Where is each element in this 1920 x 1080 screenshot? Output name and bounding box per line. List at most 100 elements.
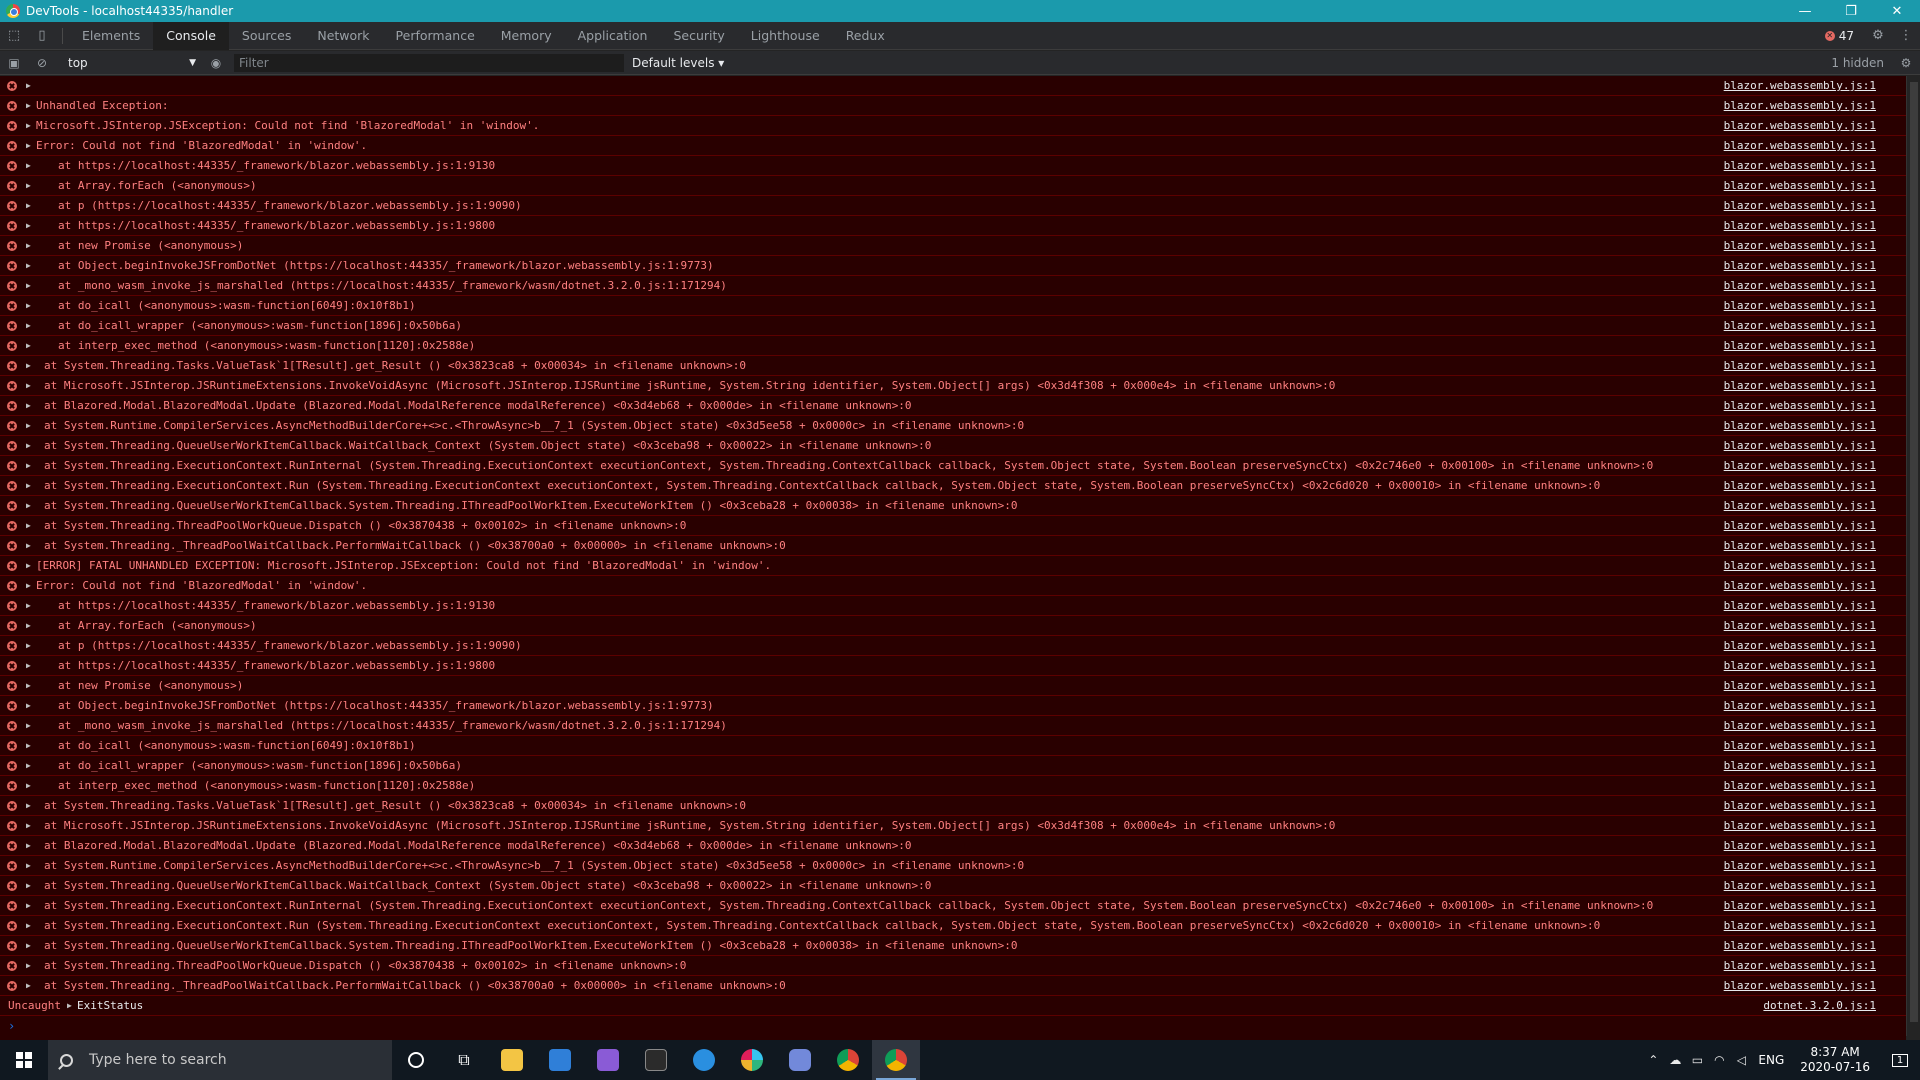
source-link[interactable]: blazor.webassembly.js:1 bbox=[1724, 659, 1876, 672]
source-link[interactable]: blazor.webassembly.js:1 bbox=[1724, 819, 1876, 832]
expand-triangle-icon[interactable]: ▶ bbox=[26, 861, 32, 870]
gear-icon[interactable]: ⚙ bbox=[1864, 22, 1892, 50]
expand-triangle-icon[interactable]: ▶ bbox=[26, 381, 32, 390]
source-link[interactable]: blazor.webassembly.js:1 bbox=[1724, 559, 1876, 572]
source-link[interactable]: dotnet.3.2.0.js:1 bbox=[1763, 999, 1876, 1012]
source-link[interactable]: blazor.webassembly.js:1 bbox=[1724, 619, 1876, 632]
source-link[interactable]: blazor.webassembly.js:1 bbox=[1724, 479, 1876, 492]
sidebar-toggle-icon[interactable]: ▣ bbox=[0, 51, 28, 75]
source-link[interactable]: blazor.webassembly.js:1 bbox=[1724, 679, 1876, 692]
expand-triangle-icon[interactable]: ▶ bbox=[26, 981, 32, 990]
expand-triangle-icon[interactable]: ▶ bbox=[26, 781, 32, 790]
chevron-up-icon[interactable]: ⌃ bbox=[1642, 1053, 1664, 1067]
source-link[interactable]: blazor.webassembly.js:1 bbox=[1724, 459, 1876, 472]
tab-redux[interactable]: Redux bbox=[833, 22, 898, 50]
cortana-icon[interactable] bbox=[392, 1040, 440, 1080]
expand-triangle-icon[interactable]: ▶ bbox=[26, 621, 32, 630]
source-link[interactable]: blazor.webassembly.js:1 bbox=[1724, 379, 1876, 392]
expand-triangle-icon[interactable]: ▶ bbox=[26, 401, 32, 410]
source-link[interactable]: blazor.webassembly.js:1 bbox=[1724, 839, 1876, 852]
source-link[interactable]: blazor.webassembly.js:1 bbox=[1724, 779, 1876, 792]
inspect-element-icon[interactable]: ⬚ bbox=[0, 22, 28, 50]
volume-icon[interactable]: ◁ bbox=[1730, 1053, 1752, 1067]
expand-triangle-icon[interactable]: ▶ bbox=[26, 681, 32, 690]
expand-triangle-icon[interactable]: ▶ bbox=[26, 661, 32, 670]
chrome-taskbar-icon[interactable] bbox=[824, 1040, 872, 1080]
source-link[interactable]: blazor.webassembly.js:1 bbox=[1724, 99, 1876, 112]
expand-triangle-icon[interactable]: ▶ bbox=[26, 541, 32, 550]
expand-triangle-icon[interactable]: ▶ bbox=[26, 281, 32, 290]
expand-triangle-icon[interactable]: ▶ bbox=[26, 261, 32, 270]
expand-triangle-icon[interactable]: ▶ bbox=[26, 521, 32, 530]
expand-triangle-icon[interactable]: ▶ bbox=[26, 941, 32, 950]
notification-center-icon[interactable]: 1 bbox=[1880, 1040, 1920, 1080]
expand-triangle-icon[interactable]: ▶ bbox=[26, 581, 32, 590]
source-link[interactable]: blazor.webassembly.js:1 bbox=[1724, 179, 1876, 192]
tab-application[interactable]: Application bbox=[565, 22, 661, 50]
tab-elements[interactable]: Elements bbox=[69, 22, 153, 50]
expand-triangle-icon[interactable]: ▶ bbox=[26, 461, 32, 470]
expand-triangle-icon[interactable]: ▶ bbox=[26, 801, 32, 810]
tab-security[interactable]: Security bbox=[660, 22, 737, 50]
source-link[interactable]: blazor.webassembly.js:1 bbox=[1724, 739, 1876, 752]
source-link[interactable]: blazor.webassembly.js:1 bbox=[1724, 399, 1876, 412]
visual-studio-icon[interactable] bbox=[584, 1040, 632, 1080]
console-settings-gear-icon[interactable]: ⚙ bbox=[1892, 51, 1920, 75]
source-link[interactable]: blazor.webassembly.js:1 bbox=[1724, 339, 1876, 352]
source-link[interactable]: blazor.webassembly.js:1 bbox=[1724, 699, 1876, 712]
task-view-icon[interactable]: ⧉ bbox=[440, 1040, 488, 1080]
expand-triangle-icon[interactable]: ▶ bbox=[26, 701, 32, 710]
source-link[interactable]: blazor.webassembly.js:1 bbox=[1724, 919, 1876, 932]
source-link[interactable]: blazor.webassembly.js:1 bbox=[1724, 359, 1876, 372]
expand-triangle-icon[interactable]: ▶ bbox=[26, 321, 32, 330]
chrome-devtools-taskbar-icon[interactable] bbox=[872, 1040, 920, 1080]
source-link[interactable]: blazor.webassembly.js:1 bbox=[1724, 319, 1876, 332]
expand-triangle-icon[interactable]: ▶ bbox=[26, 241, 32, 250]
expand-triangle-icon[interactable]: ▶ bbox=[67, 1001, 73, 1010]
expand-triangle-icon[interactable]: ▶ bbox=[26, 881, 32, 890]
expand-triangle-icon[interactable]: ▶ bbox=[26, 761, 32, 770]
more-options-icon[interactable]: ⋮ bbox=[1892, 22, 1920, 50]
source-link[interactable]: blazor.webassembly.js:1 bbox=[1724, 199, 1876, 212]
source-link[interactable]: blazor.webassembly.js:1 bbox=[1724, 439, 1876, 452]
expand-triangle-icon[interactable]: ▶ bbox=[26, 201, 32, 210]
error-count-badge[interactable]: ✕ 47 bbox=[1824, 29, 1854, 43]
edge-icon[interactable] bbox=[680, 1040, 728, 1080]
uncaught-value[interactable]: ExitStatus bbox=[77, 999, 143, 1012]
taskbar-search[interactable]: Type here to search bbox=[48, 1040, 392, 1080]
tab-performance[interactable]: Performance bbox=[383, 22, 488, 50]
source-link[interactable]: blazor.webassembly.js:1 bbox=[1724, 599, 1876, 612]
wifi-icon[interactable]: ◠ bbox=[1708, 1053, 1730, 1067]
expand-triangle-icon[interactable]: ▶ bbox=[26, 361, 32, 370]
source-link[interactable]: blazor.webassembly.js:1 bbox=[1724, 639, 1876, 652]
source-link[interactable]: blazor.webassembly.js:1 bbox=[1724, 219, 1876, 232]
source-link[interactable]: blazor.webassembly.js:1 bbox=[1724, 499, 1876, 512]
source-link[interactable]: blazor.webassembly.js:1 bbox=[1724, 139, 1876, 152]
scrollbar-thumb[interactable] bbox=[1910, 82, 1918, 1022]
source-link[interactable]: blazor.webassembly.js:1 bbox=[1724, 879, 1876, 892]
expand-triangle-icon[interactable]: ▶ bbox=[26, 961, 32, 970]
tab-console[interactable]: Console bbox=[153, 21, 229, 50]
expand-triangle-icon[interactable]: ▶ bbox=[26, 821, 32, 830]
source-link[interactable]: blazor.webassembly.js:1 bbox=[1724, 859, 1876, 872]
close-button[interactable]: ✕ bbox=[1874, 0, 1920, 22]
clear-console-icon[interactable]: ⊘ bbox=[28, 51, 56, 75]
source-link[interactable]: blazor.webassembly.js:1 bbox=[1724, 799, 1876, 812]
expand-triangle-icon[interactable]: ▶ bbox=[26, 561, 32, 570]
filter-input[interactable] bbox=[234, 53, 624, 72]
device-toolbar-icon[interactable]: ▯ bbox=[28, 22, 56, 50]
expand-triangle-icon[interactable]: ▶ bbox=[26, 481, 32, 490]
expand-triangle-icon[interactable]: ▶ bbox=[26, 601, 32, 610]
expand-triangle-icon[interactable]: ▶ bbox=[26, 181, 32, 190]
expand-triangle-icon[interactable]: ▶ bbox=[26, 421, 32, 430]
source-link[interactable]: blazor.webassembly.js:1 bbox=[1724, 419, 1876, 432]
source-link[interactable]: blazor.webassembly.js:1 bbox=[1724, 259, 1876, 272]
file-explorer-icon[interactable] bbox=[488, 1040, 536, 1080]
tab-lighthouse[interactable]: Lighthouse bbox=[738, 22, 833, 50]
source-link[interactable]: blazor.webassembly.js:1 bbox=[1724, 939, 1876, 952]
expand-triangle-icon[interactable]: ▶ bbox=[26, 721, 32, 730]
expand-triangle-icon[interactable]: ▶ bbox=[26, 121, 32, 130]
expand-triangle-icon[interactable]: ▶ bbox=[26, 101, 32, 110]
expand-triangle-icon[interactable]: ▶ bbox=[26, 641, 32, 650]
console-prompt[interactable]: › bbox=[0, 1016, 1906, 1036]
